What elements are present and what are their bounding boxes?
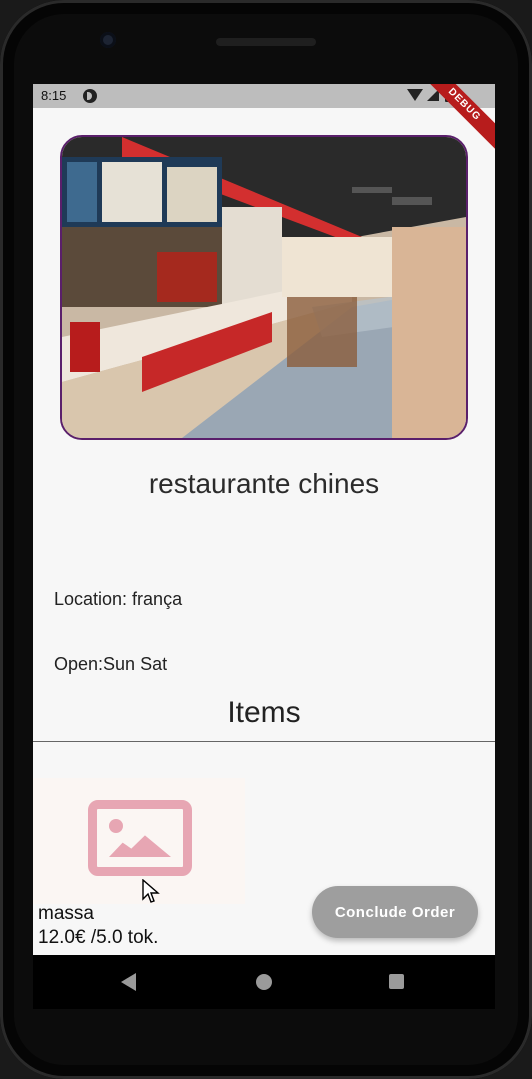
earpiece-speaker [216,38,316,46]
android-navigation-bar [33,955,495,1009]
notification-icon [83,89,97,103]
image-placeholder-icon [88,800,192,876]
restaurant-location: Location: frança [54,589,183,609]
items-section-title: Items [227,696,301,729]
app-screen: 8:15 DEBUG restaurante chines Location: … [33,84,495,955]
wifi-icon [407,89,423,101]
restaurant-hero-image [60,135,468,440]
status-bar: 8:15 DEBUG [33,84,495,154]
placeholder-mountains [109,835,171,857]
phone-frame: 8:15 DEBUG restaurante chines Location: … [0,0,532,1079]
items-divider [33,741,495,742]
front-camera [100,32,116,48]
status-time: 8:15 [41,88,67,103]
menu-item-name: massa [38,903,94,924]
restaurant-open-days: Open:Sun Sat [54,654,168,674]
menu-item-price: 12.0€ /5.0 tok. [38,927,159,948]
restaurant-name: restaurante chines [148,468,380,499]
recent-apps-icon[interactable] [389,974,404,989]
back-icon[interactable] [121,973,136,991]
conclude-order-button[interactable]: Conclude Order [312,886,478,938]
menu-item-card[interactable]: massa 12.0€ /5.0 tok. [33,778,245,955]
restaurant-interior-photo [62,137,466,438]
home-icon[interactable] [256,974,272,990]
menu-item-image [33,778,245,904]
phone-top-bezel [0,0,532,84]
placeholder-sun [109,819,123,833]
